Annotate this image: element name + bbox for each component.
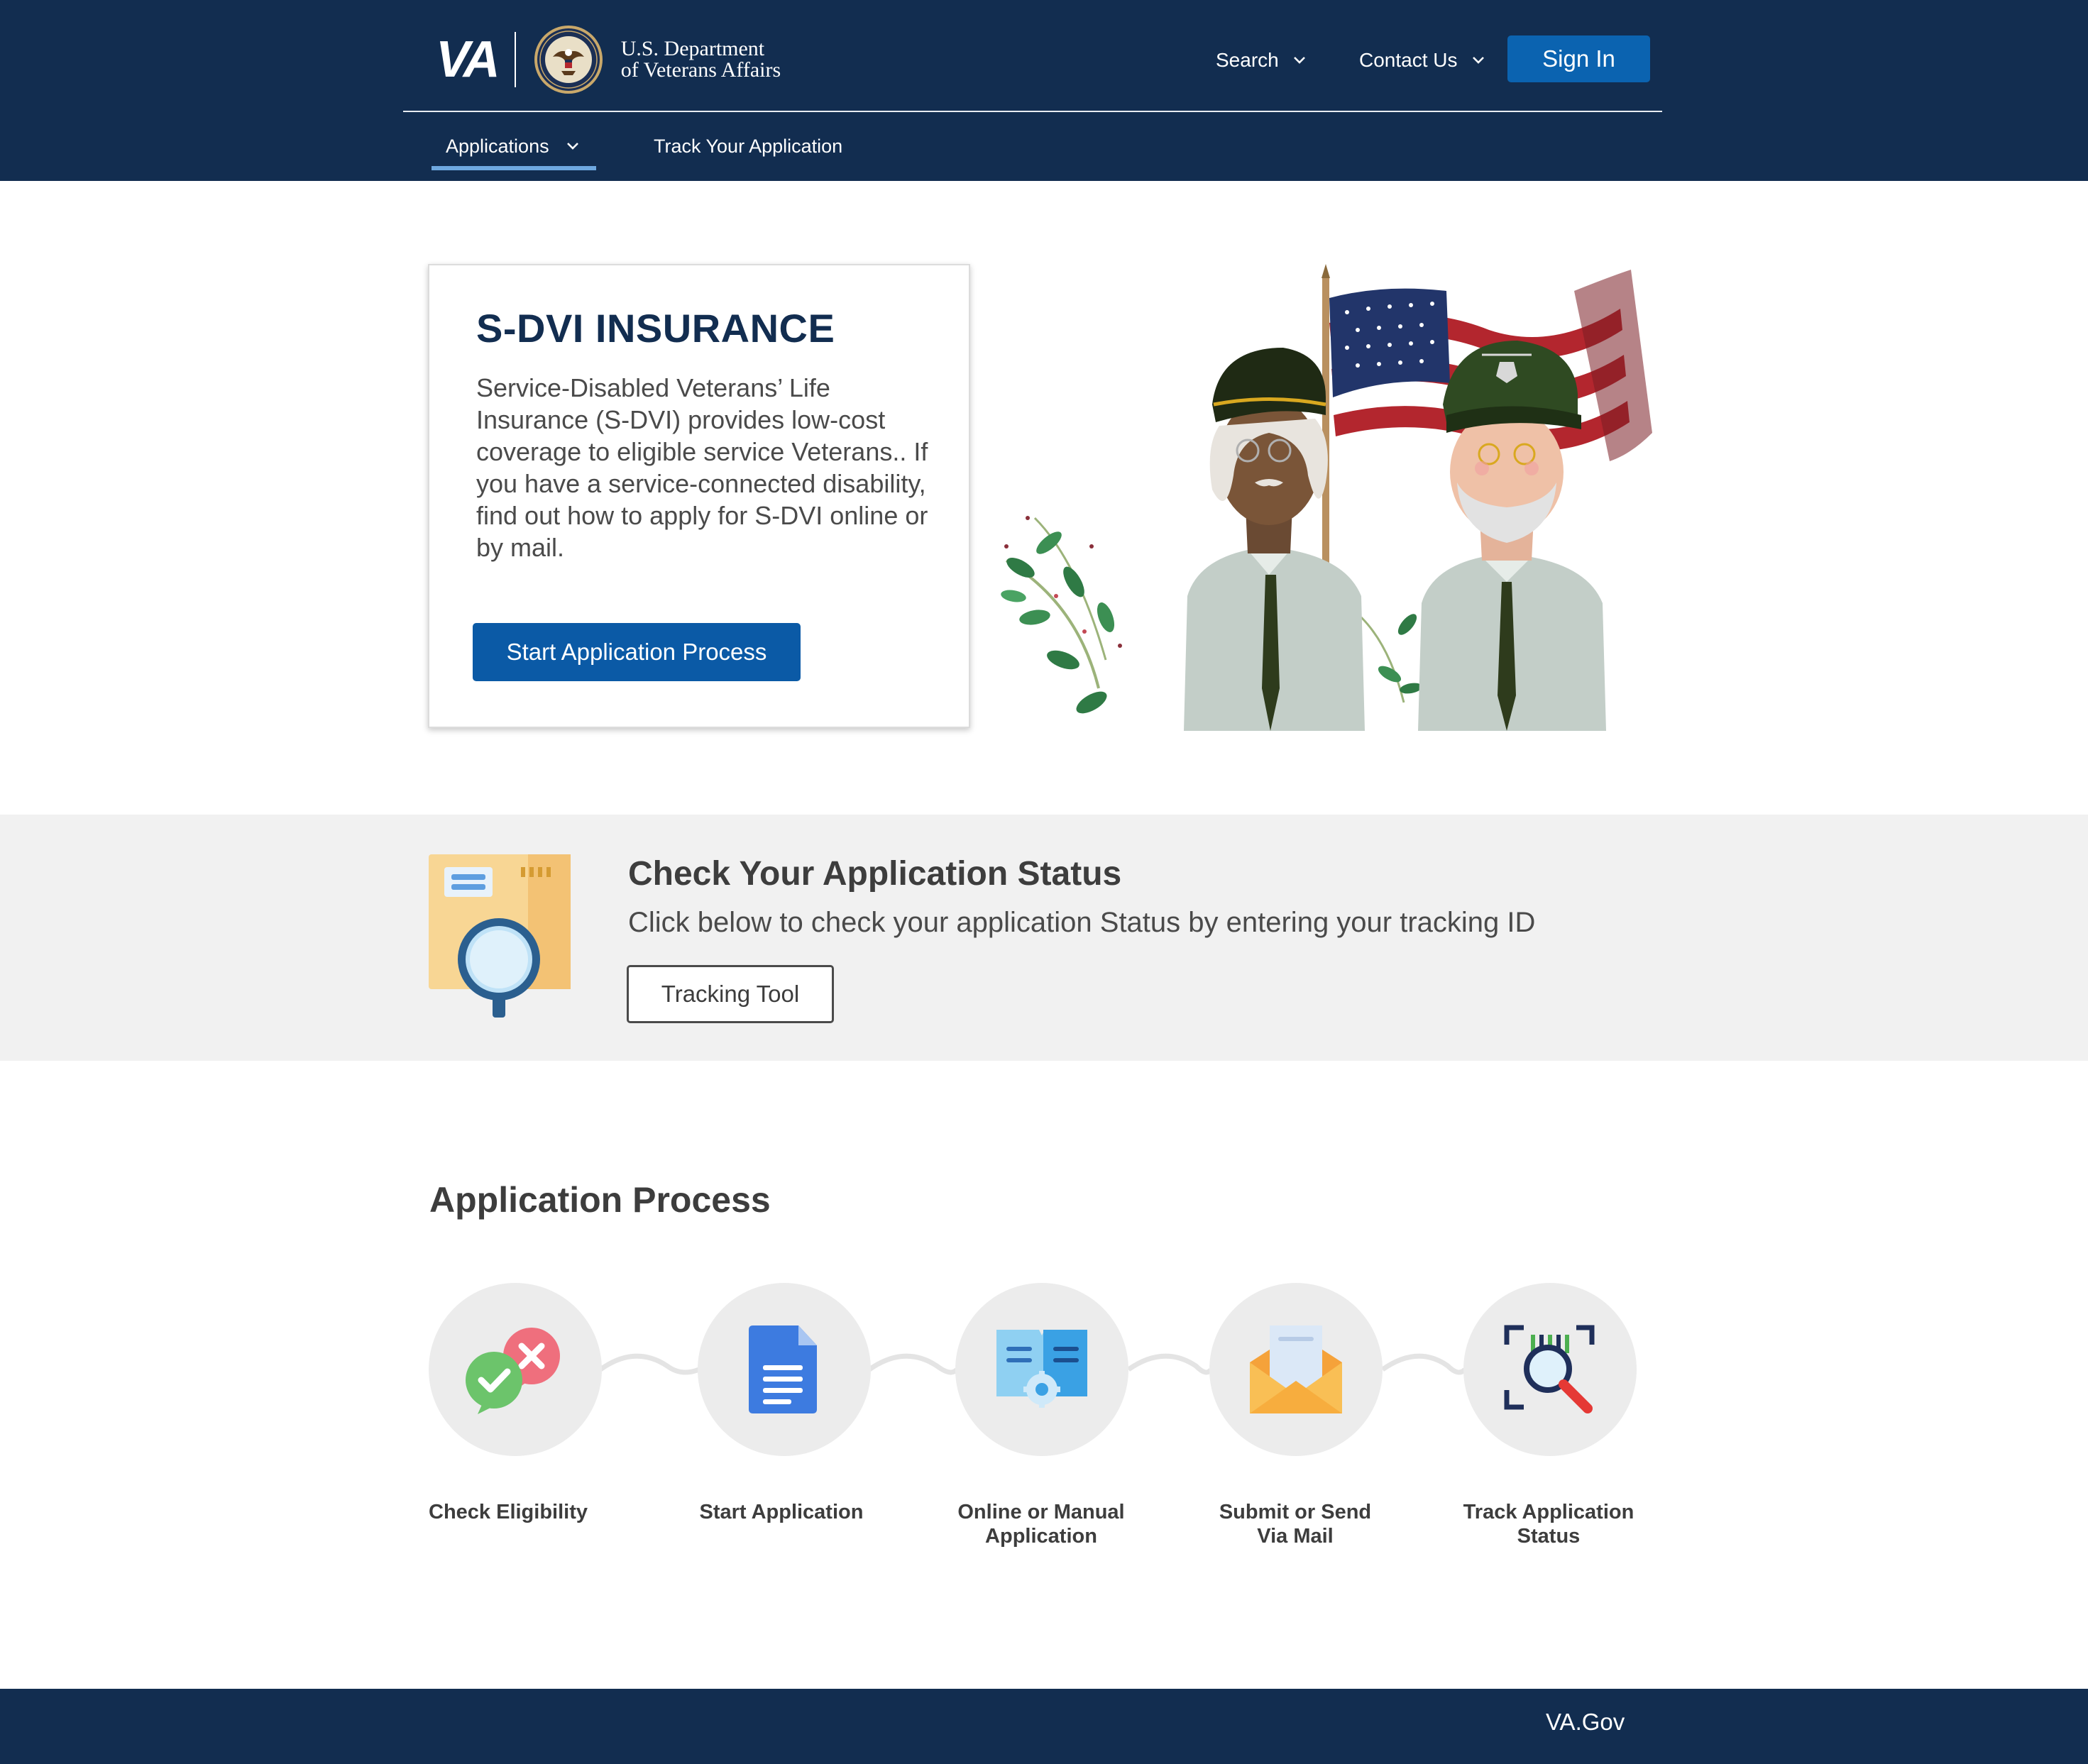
chat-check-cross-icon xyxy=(466,1328,560,1414)
tab-applications-label: Applications xyxy=(446,135,549,157)
step-label-line1: Track Application xyxy=(1463,1501,1634,1523)
department-name: U.S. Department of Veterans Affairs xyxy=(621,38,781,81)
hero-card: S-DVI INSURANCE Service-Disabled Veteran… xyxy=(428,264,970,728)
sign-in-button[interactable]: Sign In xyxy=(1507,35,1650,82)
book-gear-icon xyxy=(996,1330,1087,1408)
hero-title: S-DVI INSURANCE xyxy=(476,306,835,351)
contact-us-label: Contact Us xyxy=(1359,49,1458,71)
tracking-tool-button[interactable]: Tracking Tool xyxy=(627,965,834,1023)
step-label-line2: Via Mail xyxy=(1257,1525,1334,1548)
chevron-down-icon xyxy=(1472,57,1484,64)
step-label-line1: Submit or Send xyxy=(1219,1501,1372,1523)
search-menu[interactable]: Search xyxy=(1216,43,1307,78)
magnifier-scan-icon xyxy=(1504,1325,1595,1413)
site-footer xyxy=(0,1689,2088,1764)
tab-applications[interactable]: Applications xyxy=(432,121,596,172)
hero-description: Service-Disabled Veterans’ Life Insuranc… xyxy=(476,373,928,562)
veterans-illustration xyxy=(1001,264,1652,731)
status-section-description: Click below to check your application St… xyxy=(628,907,1536,938)
department-name-line1: U.S. Department xyxy=(620,37,765,60)
va-gov-footer-link[interactable]: VA.Gov xyxy=(1546,1709,1625,1736)
chevron-down-icon xyxy=(1293,57,1305,64)
contact-us-menu[interactable]: Contact Us xyxy=(1359,43,1486,78)
tab-track-label: Track Your Application xyxy=(654,135,843,157)
site-header xyxy=(0,0,2088,181)
step-online-or-manual-application[interactable] xyxy=(955,1283,1128,1456)
step-label-line2: Status xyxy=(1517,1525,1581,1548)
step-label-line1: Online or Manual xyxy=(957,1501,1125,1523)
va-seal-icon xyxy=(534,26,603,94)
search-label: Search xyxy=(1216,49,1279,71)
start-application-process-button[interactable]: Start Application Process xyxy=(473,623,801,681)
step-label-line1: Start Application xyxy=(699,1501,864,1523)
step-track-application-status[interactable] xyxy=(1463,1283,1637,1456)
step-label-start-application: Start Application xyxy=(675,1500,888,1524)
step-label-line1: Check Eligibility xyxy=(429,1501,588,1523)
logo-divider xyxy=(514,32,516,87)
step-label-submit-or-send: Submit or Send Via Mail xyxy=(1189,1500,1402,1548)
header-divider xyxy=(403,111,1662,112)
status-section-title: Check Your Application Status xyxy=(628,855,1122,893)
va-logo[interactable]: VA U.S. Department of Veterans Affairs xyxy=(436,23,781,97)
application-process-title: Application Process xyxy=(429,1180,771,1220)
step-label-track-application-status: Track Application Status xyxy=(1442,1500,1655,1548)
envelope-magnifier-icon xyxy=(429,854,571,1018)
chevron-down-icon xyxy=(566,143,578,150)
department-name-line2: of Veterans Affairs xyxy=(620,58,781,82)
active-tab-indicator xyxy=(432,166,596,170)
step-label-online-or-manual: Online or Manual Application xyxy=(935,1500,1148,1548)
envelope-icon xyxy=(1250,1325,1342,1413)
step-label-check-eligibility: Check Eligibility xyxy=(402,1500,615,1524)
step-label-line2: Application xyxy=(985,1525,1097,1548)
va-wordmark: VA xyxy=(436,31,500,88)
step-submit-or-send-via-mail[interactable] xyxy=(1209,1283,1383,1456)
tab-track-your-application[interactable]: Track Your Application xyxy=(654,121,842,172)
step-start-application[interactable] xyxy=(698,1283,871,1456)
step-check-eligibility[interactable] xyxy=(429,1283,602,1456)
document-icon xyxy=(749,1325,817,1413)
